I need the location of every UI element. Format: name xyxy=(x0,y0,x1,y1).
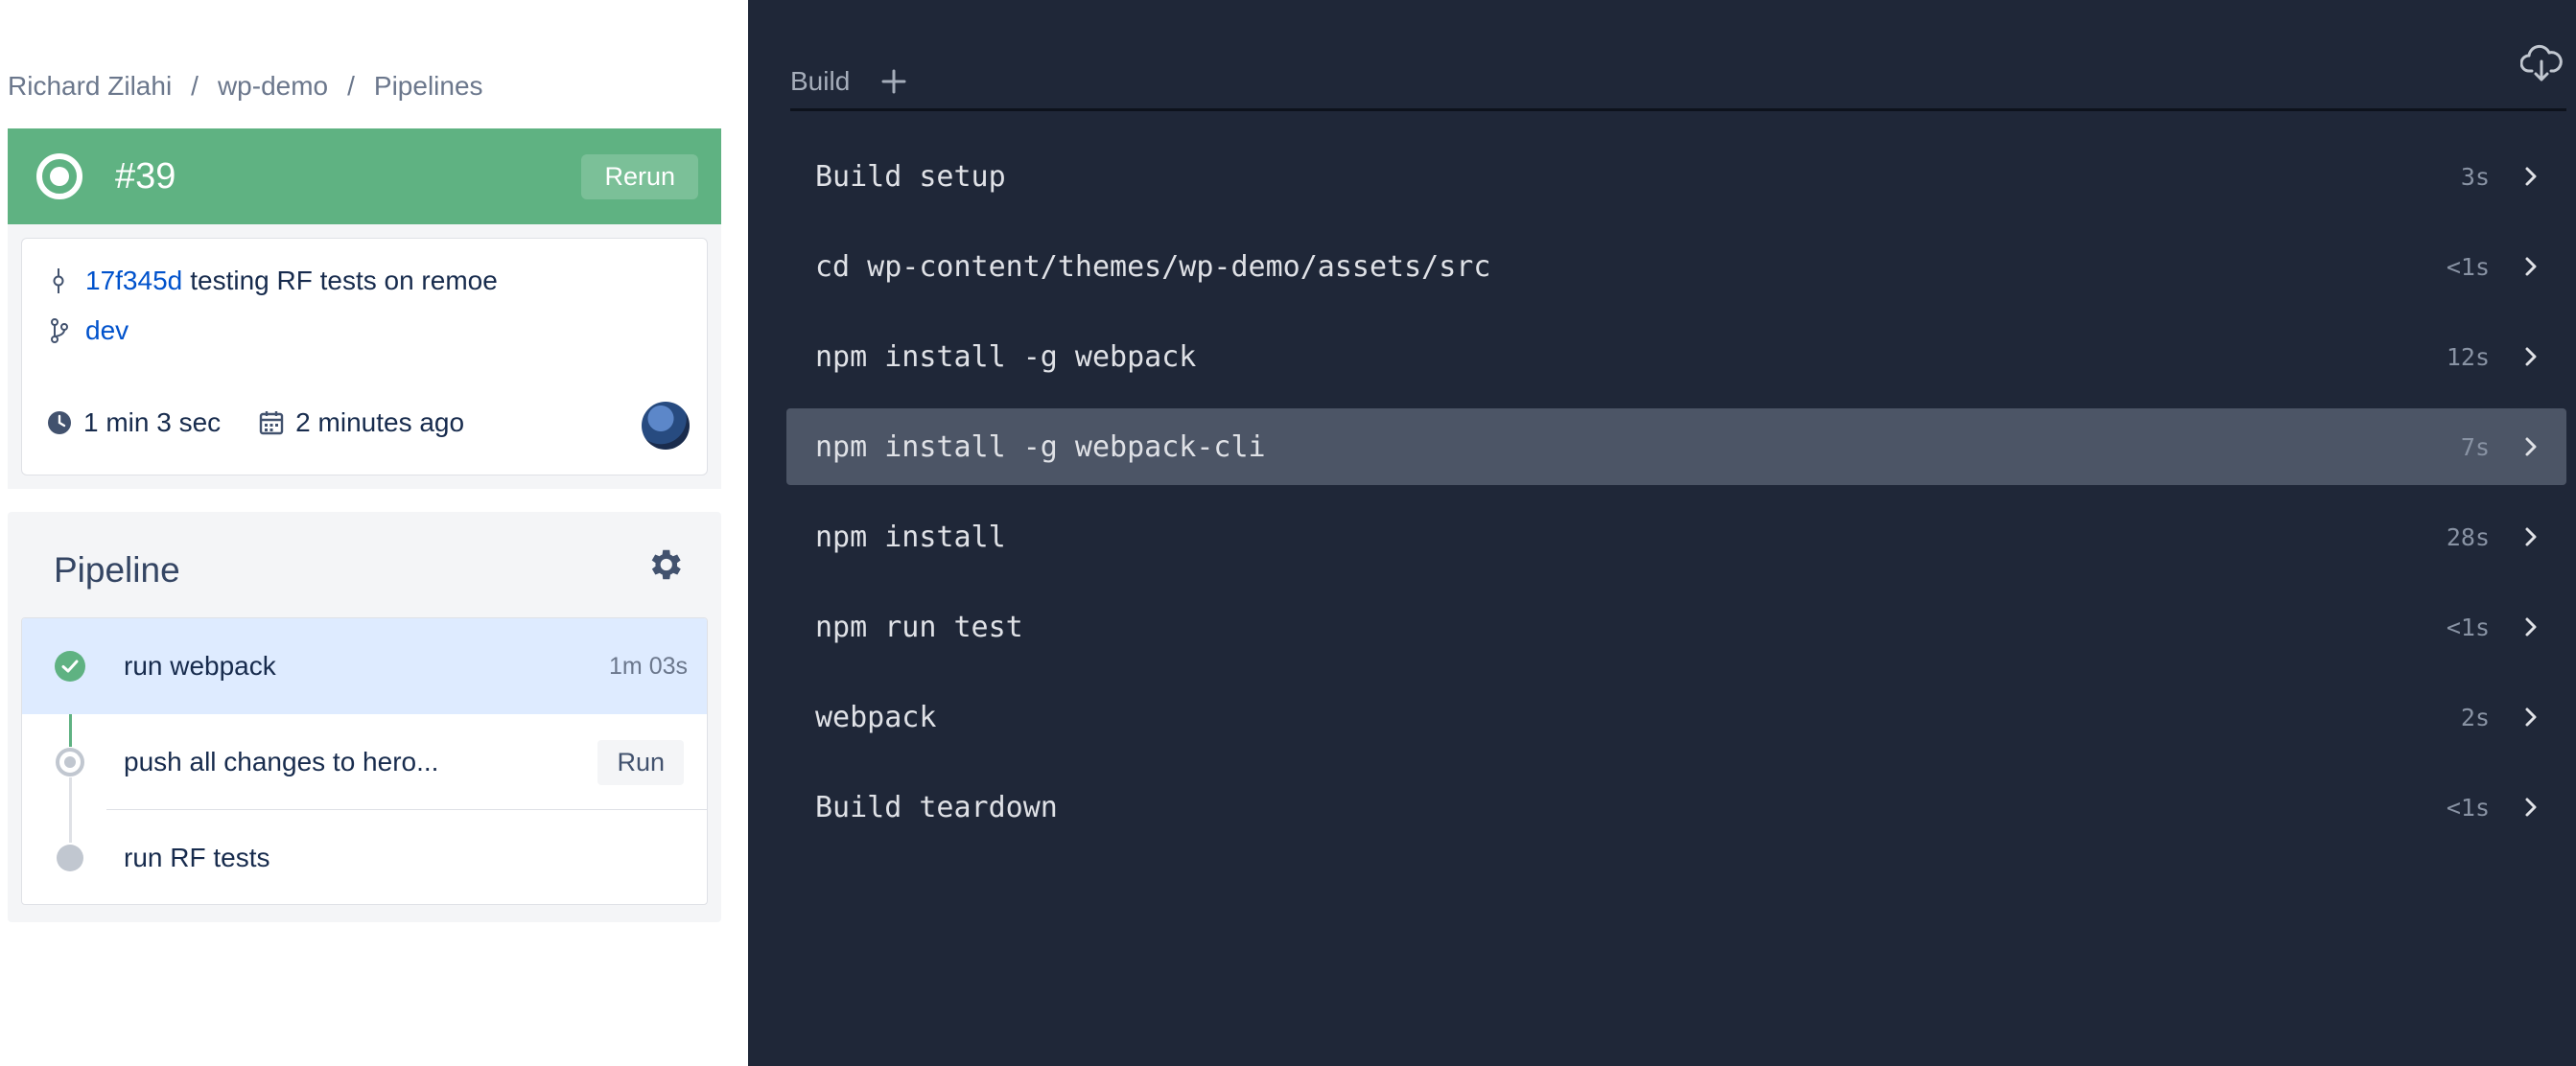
chevron-right-icon xyxy=(2525,347,2537,366)
log-step-command: npm install xyxy=(815,520,1006,554)
branch-line: dev xyxy=(49,315,136,346)
commit-message: testing RF tests on remoe xyxy=(190,266,498,295)
log-step-duration: 28s xyxy=(2446,522,2490,551)
build-summary-panel: Richard Zilahi / wp-demo / Pipelines #39… xyxy=(0,0,748,1066)
log-step-row[interactable]: npm install -g webpack 12s xyxy=(786,318,2566,395)
commit-summary-wrapper: 17f345d testing RF tests on remoe dev 1 … xyxy=(8,224,721,489)
clock-icon xyxy=(48,411,71,434)
breadcrumb-repo[interactable]: wp-demo xyxy=(218,71,328,102)
chevron-right-icon xyxy=(2525,707,2537,727)
pipeline-step[interactable]: run webpack 1m 03s xyxy=(22,618,707,714)
run-step-button[interactable]: Run xyxy=(597,739,684,785)
add-icon[interactable] xyxy=(880,68,907,95)
success-status-icon xyxy=(36,153,82,199)
pipeline-steps: run webpack 1m 03s push all changes to h… xyxy=(21,617,708,905)
pipeline-title: Pipeline xyxy=(54,550,180,590)
step-label: run webpack xyxy=(124,651,276,681)
log-step-row[interactable]: cd wp-content/themes/wp-demo/assets/src … xyxy=(786,228,2566,305)
log-step-command: Build teardown xyxy=(815,790,1058,824)
log-step-row[interactable]: npm install 28s xyxy=(786,498,2566,575)
build-log-panel: Build Build setup 3s cd wp-content/theme… xyxy=(748,0,2576,1066)
breadcrumb-separator: / xyxy=(347,71,355,101)
build-created-time: 2 minutes ago xyxy=(295,407,465,437)
author-avatar[interactable] xyxy=(642,402,690,450)
log-step-command: npm run test xyxy=(815,610,1023,644)
step-duration: 1m 03s xyxy=(609,652,688,680)
log-step-command: cd wp-content/themes/wp-demo/assets/src xyxy=(815,249,1491,284)
gear-icon[interactable] xyxy=(644,545,685,585)
chevron-right-icon xyxy=(2525,437,2537,456)
log-step-row[interactable]: npm run test <1s xyxy=(786,589,2566,665)
log-step-row[interactable]: webpack 2s xyxy=(786,679,2566,755)
commit-summary-card: 17f345d testing RF tests on remoe dev 1 … xyxy=(21,238,708,475)
build-duration: 1 min 3 sec xyxy=(83,407,222,437)
tab-build[interactable]: Build xyxy=(790,66,850,97)
log-step-command: npm install -g webpack-cli xyxy=(815,429,1266,464)
step-label: run RF tests xyxy=(124,843,270,872)
log-step-row[interactable]: Build teardown <1s xyxy=(786,769,2566,846)
log-step-row[interactable]: npm install -g webpack-cli 7s xyxy=(786,408,2566,485)
log-step-row[interactable]: Build setup 3s xyxy=(786,138,2566,215)
pipeline-step[interactable]: run RF tests xyxy=(22,810,707,904)
breadcrumb: Richard Zilahi / wp-demo / Pipelines xyxy=(8,71,483,102)
pipeline-step[interactable]: push all changes to hero... Run xyxy=(22,714,707,810)
branch-icon xyxy=(51,318,68,343)
build-number: #39 xyxy=(115,155,176,197)
log-step-duration: 7s xyxy=(2460,432,2490,461)
rerun-button[interactable]: Rerun xyxy=(581,153,698,199)
breadcrumb-pipelines[interactable]: Pipelines xyxy=(374,71,483,102)
cloud-download-icon[interactable] xyxy=(2520,44,2563,82)
step-label: push all changes to hero... xyxy=(124,747,439,776)
pending-step-icon xyxy=(57,845,83,871)
log-step-list: Build setup 3s cd wp-content/themes/wp-d… xyxy=(786,138,2566,859)
log-step-duration: 2s xyxy=(2460,703,2490,731)
commit-hash-link[interactable]: 17f345d xyxy=(85,266,182,296)
chevron-right-icon xyxy=(2525,167,2537,186)
log-step-duration: 3s xyxy=(2460,162,2490,191)
log-step-command: webpack xyxy=(815,700,937,734)
commit-line: 17f345d testing RF tests on remoe xyxy=(49,266,498,296)
manual-step-icon xyxy=(56,748,84,776)
breadcrumb-owner[interactable]: Richard Zilahi xyxy=(8,71,172,102)
log-step-duration: <1s xyxy=(2446,793,2490,822)
branch-link[interactable]: dev xyxy=(85,315,129,346)
commit-icon xyxy=(53,268,64,293)
log-tabbar: Build xyxy=(790,54,2566,111)
calendar-icon xyxy=(259,411,284,435)
log-step-command: Build setup xyxy=(815,159,1006,194)
success-check-icon xyxy=(55,651,85,682)
build-meta: 1 min 3 sec 2 minutes ago xyxy=(47,407,464,438)
chevron-right-icon xyxy=(2525,798,2537,817)
log-step-duration: 12s xyxy=(2446,342,2490,371)
chevron-right-icon xyxy=(2525,257,2537,276)
build-status-header: #39 Rerun xyxy=(8,128,721,224)
breadcrumb-separator: / xyxy=(191,71,199,101)
log-step-duration: <1s xyxy=(2446,613,2490,641)
log-step-command: npm install -g webpack xyxy=(815,339,1197,374)
chevron-right-icon xyxy=(2525,527,2537,546)
chevron-right-icon xyxy=(2525,617,2537,637)
log-step-duration: <1s xyxy=(2446,252,2490,281)
pipeline-section: Pipeline run webpack 1m 03s push all cha… xyxy=(8,512,721,922)
